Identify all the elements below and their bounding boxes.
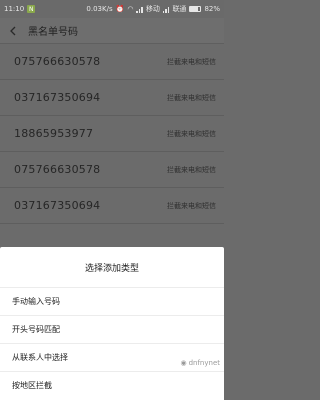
phone-number: 075766630578: [14, 55, 101, 68]
block-type-label: 拦截来电和短信: [167, 57, 216, 66]
carrier-1: 移动: [145, 5, 160, 13]
sheet-title: 选择添加类型: [84, 263, 139, 274]
block-type-label: 拦截来电和短信: [167, 165, 216, 174]
block-type-label: 拦截来电和短信: [167, 201, 216, 210]
option-block-by-region[interactable]: 按地区拦截: [0, 371, 224, 399]
battery-level: 82%: [204, 5, 220, 13]
option-prefix-match[interactable]: 开头号码匹配: [0, 315, 224, 343]
battery-icon: [189, 6, 202, 12]
list-item[interactable]: 075766630578 拦截来电和短信: [0, 152, 224, 188]
phone-number: 18865953977: [14, 127, 94, 140]
phone-number: 075766630578: [14, 163, 101, 176]
watermark: ◉ dnfnynet: [180, 359, 220, 367]
phone-number: 037167350694: [14, 199, 101, 212]
status-bar: 11:10 N 0.03K/s ⏰ ◠ 移动 联通 82%: [0, 0, 224, 18]
page-title: 黑名单号码: [28, 27, 78, 38]
app-header: 黑名单号码: [0, 18, 224, 44]
blacklist: 075766630578 拦截来电和短信 037167350694 拦截来电和短…: [0, 44, 224, 224]
signal-icon-2: [162, 6, 170, 13]
carrier-2: 联通: [172, 5, 187, 13]
add-type-sheet: 选择添加类型 手动输入号码 开头号码匹配 从联系人中选择 按地区拦截 ◉ dnf…: [0, 247, 224, 400]
watermark-logo-icon: ◉: [180, 359, 187, 367]
list-item[interactable]: 037167350694 拦截来电和短信: [0, 80, 224, 116]
list-item[interactable]: 18865953977 拦截来电和短信: [0, 116, 224, 152]
list-item[interactable]: 075766630578 拦截来电和短信: [0, 44, 224, 80]
signal-icon: [136, 6, 143, 13]
notification-icon: N: [27, 5, 36, 13]
clock: 11:10: [4, 5, 25, 13]
watermark-text: dnfnynet: [188, 359, 220, 367]
back-arrow-icon[interactable]: [8, 26, 18, 36]
option-manual-input[interactable]: 手动输入号码: [0, 287, 224, 315]
block-type-label: 拦截来电和短信: [167, 93, 216, 102]
wifi-icon: ◠: [127, 5, 134, 13]
phone-number: 037167350694: [14, 91, 101, 104]
alarm-icon: ⏰: [115, 5, 125, 13]
list-item[interactable]: 037167350694 拦截来电和短信: [0, 188, 224, 224]
network-speed: 0.03K/s: [86, 5, 113, 13]
block-type-label: 拦截来电和短信: [167, 129, 216, 138]
